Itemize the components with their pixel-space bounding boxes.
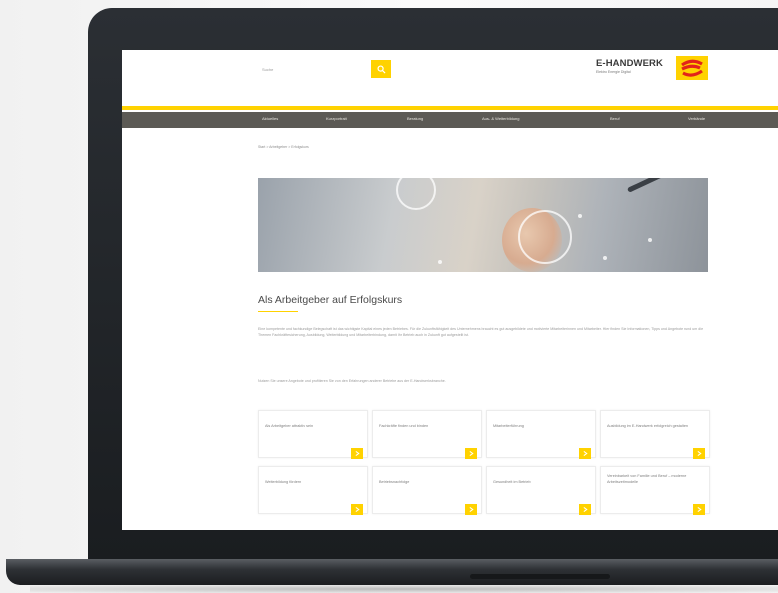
card-label: Betriebsnachfolge — [379, 480, 410, 484]
arrow-right-icon — [583, 507, 588, 512]
intro-paragraph: Eine kompetente und fachkundige Belegsch… — [258, 327, 704, 337]
hero-ring — [396, 178, 436, 210]
laptop-shadow — [30, 585, 778, 593]
intro-paragraph-2: Nutzen Sie unsere Angebote und profitier… — [258, 379, 446, 383]
topic-card[interactable]: Ausbildung im E-Handwerk erfolgreich ges… — [600, 410, 710, 459]
card-label: Als Arbeitgeber attraktiv sein — [265, 424, 314, 428]
card-arrow-button[interactable] — [351, 504, 363, 515]
card-label: Gesundheit im Betrieb — [493, 480, 531, 484]
card-arrow-button[interactable] — [351, 448, 363, 459]
search-input[interactable]: Suche — [262, 64, 362, 76]
arrow-right-icon — [697, 451, 702, 456]
nav-item-weiterbildung[interactable]: Aus- & Weiterbildung — [482, 116, 520, 121]
card-label: Vereinbarkeit von Familie und Beruf – mo… — [607, 474, 687, 484]
hero-ring — [518, 210, 572, 264]
hero-pen — [626, 178, 708, 193]
nav-item-aktuelles[interactable]: Aktuelles — [262, 116, 278, 121]
topic-card[interactable]: Betriebsnachfolge — [372, 466, 482, 515]
header-accent-line — [122, 106, 778, 110]
site-logo[interactable]: E-HANDWERK Elektro Energie Digital — [596, 54, 716, 86]
arrow-right-icon — [469, 507, 474, 512]
e-handwerk-logo-mark — [676, 56, 708, 80]
card-arrow-button[interactable] — [465, 504, 477, 515]
hero-spark — [648, 238, 652, 242]
laptop-screen: Suche E-HANDWERK Elektro Energie Digital… — [122, 50, 778, 530]
hero-spark — [578, 214, 582, 218]
card-arrow-button[interactable] — [693, 448, 705, 459]
topic-card[interactable]: Fachkräfte finden und binden — [372, 410, 482, 459]
card-arrow-button[interactable] — [579, 448, 591, 459]
hero-image — [258, 178, 708, 272]
topic-card[interactable]: Mitarbeiterführung — [486, 410, 596, 459]
card-label: Weiterbildung fördern — [265, 480, 302, 484]
arrow-right-icon — [583, 451, 588, 456]
breadcrumb[interactable]: Start > Arbeitgeber > Erfolgskurs — [258, 145, 309, 149]
topic-card[interactable]: Gesundheit im Betrieb — [486, 466, 596, 515]
title-underline — [258, 311, 298, 312]
nav-item-beruf[interactable]: Beruf — [610, 116, 620, 121]
page-title: Als Arbeitgeber auf Erfolgskurs — [258, 294, 403, 306]
arrow-right-icon — [469, 451, 474, 456]
laptop-notch — [470, 574, 610, 579]
hero-spark — [603, 256, 607, 260]
logo-title: E-HANDWERK — [596, 58, 663, 69]
topic-card[interactable]: Als Arbeitgeber attraktiv sein — [258, 410, 368, 459]
card-arrow-button[interactable] — [465, 448, 477, 459]
card-label: Ausbildung im E-Handwerk erfolgreich ges… — [607, 424, 689, 428]
search-button[interactable] — [371, 60, 391, 78]
topic-card[interactable]: Weiterbildung fördern — [258, 466, 368, 515]
card-arrow-button[interactable] — [579, 504, 591, 515]
nav-item-beratung[interactable]: Beratung — [407, 116, 423, 121]
logo-subtitle: Elektro Energie Digital — [596, 70, 631, 74]
arrow-right-icon — [697, 507, 702, 512]
arrow-right-icon — [355, 451, 360, 456]
arrow-right-icon — [355, 507, 360, 512]
search-icon — [376, 64, 386, 74]
card-label: Fachkräfte finden und binden — [379, 424, 429, 428]
card-label: Mitarbeiterführung — [493, 424, 524, 428]
hero-spark — [438, 260, 442, 264]
card-arrow-button[interactable] — [693, 504, 705, 515]
main-navigation: Aktuelles Kurzportrait Beratung Aus- & W… — [122, 112, 778, 128]
topic-card[interactable]: Vereinbarkeit von Familie und Beruf – mo… — [600, 466, 710, 515]
nav-item-kurzportrait[interactable]: Kurzportrait — [326, 116, 347, 121]
nav-item-verbaende[interactable]: Verbände — [688, 116, 705, 121]
laptop-base — [6, 559, 778, 585]
